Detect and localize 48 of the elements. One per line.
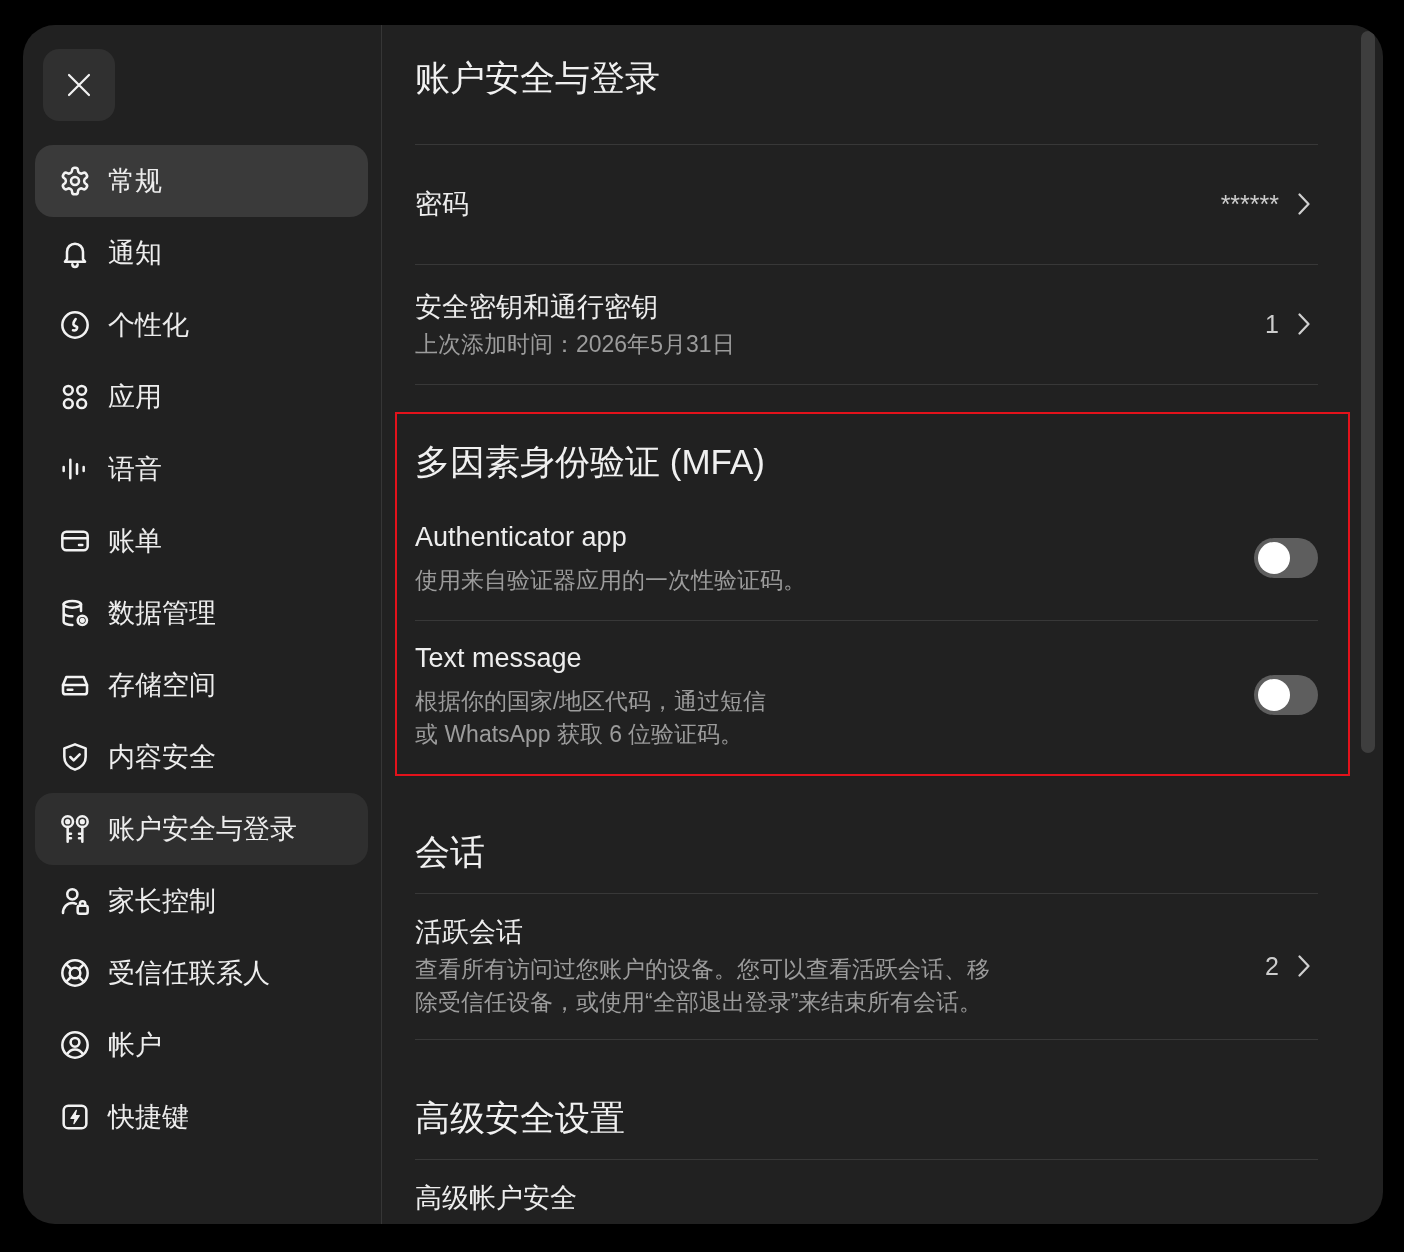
option-description: 或 WhatsApp 获取 6 位验证码。: [415, 720, 745, 749]
lightning-icon: [59, 1101, 91, 1133]
chevron-right-icon[interactable]: [1298, 193, 1310, 215]
sidebar-item[interactable]: 家长控制: [35, 865, 368, 937]
circle-squiggle-icon: [59, 309, 91, 341]
row-label: 高级帐户安全: [415, 1182, 578, 1215]
close-button[interactable]: [43, 49, 115, 121]
keys-icon: [59, 813, 91, 845]
row-label: 活跃会话: [415, 916, 524, 949]
row-value: 2: [1265, 951, 1279, 981]
close-icon: [67, 73, 91, 97]
sidebar-item[interactable]: 帐户: [35, 1009, 368, 1081]
option-description: 根据你的国家/地区代码，通过短信: [415, 687, 768, 716]
row-description: 上次添加时间：2026年5月31日: [415, 329, 736, 359]
row-value: 1: [1265, 309, 1279, 339]
database-gear-icon: [59, 597, 91, 629]
sidebar-item[interactable]: 应用: [35, 361, 368, 433]
section-title: 多因素身份验证 (MFA): [415, 441, 766, 483]
option-label: Authenticator app: [415, 521, 628, 554]
sidebar-item[interactable]: 个性化: [35, 289, 368, 361]
sidebar-item[interactable]: 受信任联系人: [35, 937, 368, 1009]
row-label: 安全密钥和通行密钥: [415, 290, 659, 324]
lifebuoy-icon: [59, 957, 91, 989]
sidebar-item[interactable]: 内容安全: [35, 721, 368, 793]
page-title: 账户安全与登录: [415, 57, 661, 99]
section-title: 会话: [415, 831, 486, 873]
sidebar-item[interactable]: 快捷键: [35, 1081, 368, 1153]
row-value: ******: [1220, 189, 1279, 219]
section-title: 高级安全设置: [415, 1097, 626, 1139]
scrollbar-thumb[interactable]: [1361, 31, 1375, 753]
row-description: 查看所有访问过您账户的设备。您可以查看活跃会话、移除受信任设备，或使用“全部退出登录”来结束所有会话。: [415, 955, 991, 1017]
chevron-right-icon[interactable]: [1298, 955, 1310, 977]
person-lock-icon: [59, 885, 91, 917]
toggle-switch[interactable]: [1254, 675, 1318, 715]
sidebar-item[interactable]: 账单: [35, 505, 368, 577]
option-label: Text message: [415, 642, 583, 675]
user-circle-icon: [59, 1029, 91, 1061]
toggle-switch[interactable]: [1254, 537, 1318, 578]
gear-icon: [59, 165, 91, 197]
sidebar-item[interactable]: 数据管理: [35, 577, 368, 649]
row-label: 密码: [415, 188, 470, 221]
chevron-right-icon[interactable]: [1298, 313, 1310, 335]
sidebar-item[interactable]: 常规: [35, 145, 368, 217]
sidebar-item[interactable]: 通知: [35, 217, 368, 289]
sidebar-item[interactable]: 存储空间: [35, 649, 368, 721]
sidebar-item[interactable]: 语音: [35, 433, 368, 505]
option-description: 使用来自验证器应用的一次性验证码。: [415, 566, 807, 595]
sidebar-item[interactable]: 账户安全与登录: [35, 793, 368, 865]
